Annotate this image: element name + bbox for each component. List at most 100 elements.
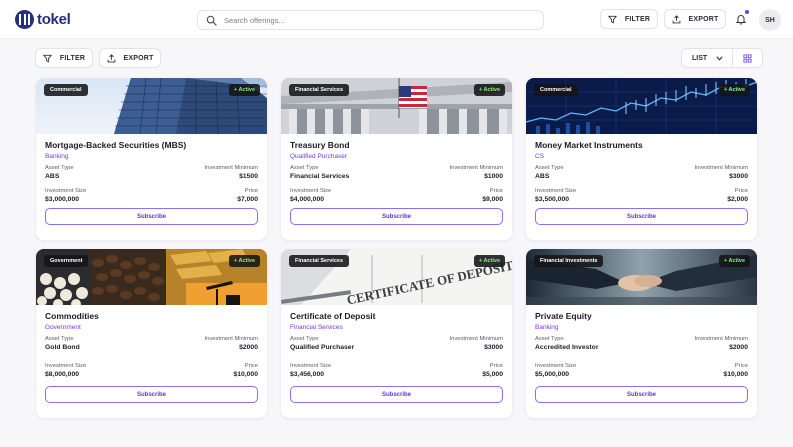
card-title: Certificate of Deposit — [290, 311, 376, 321]
filter-button[interactable]: FILTER — [35, 48, 93, 68]
header-export-label: EXPORT — [688, 15, 719, 23]
subscribe-button[interactable]: Subscribe — [45, 386, 258, 403]
asset-type-value: Gold Bond — [45, 344, 80, 351]
card-image: Financial Investments + Active — [526, 249, 757, 305]
investment-size-value: $3,000,000 — [45, 196, 80, 203]
asset-type-label: Asset Type — [290, 165, 319, 171]
filter-icon — [607, 15, 617, 23]
bell-icon[interactable] — [735, 13, 747, 25]
card-image: Government + Active — [36, 249, 267, 305]
view-mode-select[interactable]: LIST — [681, 48, 733, 68]
price-label: Price — [489, 363, 503, 369]
status-badge: + Active — [473, 255, 505, 267]
investment-minimum-value: $1000 — [484, 173, 503, 180]
price-value: $9,000 — [482, 196, 503, 203]
search-box[interactable] — [197, 10, 544, 30]
asset-type-value: Accredited Investor — [535, 344, 599, 351]
asset-type-label: Asset Type — [45, 165, 74, 171]
subscribe-button[interactable]: Subscribe — [535, 208, 748, 225]
search-input[interactable] — [224, 15, 524, 25]
investment-minimum-label: Investment Minimum — [449, 165, 503, 171]
status-badge: + Active — [473, 84, 505, 96]
investment-minimum-label: Investment Minimum — [694, 165, 748, 171]
header-filter-button[interactable]: FILTER — [600, 9, 658, 29]
investment-size-value: $3,500,000 — [535, 196, 570, 203]
price-value: $5,000 — [482, 371, 503, 378]
card-image: Financial Services + Active — [281, 78, 512, 134]
price-label: Price — [734, 188, 748, 194]
investment-minimum-label: Investment Minimum — [449, 336, 503, 342]
category-tag: Commercial — [534, 84, 578, 96]
offering-card[interactable]: Financial Services + Active Treasury Bon… — [281, 78, 512, 240]
asset-type-label: Asset Type — [535, 336, 564, 342]
investment-size-label: Investment Size — [535, 188, 577, 194]
card-image: CERTIFICATE OF DEPOSIT Financial Service… — [281, 249, 512, 305]
investment-minimum-value: $2000 — [729, 344, 748, 351]
card-title: Money Market Instruments — [535, 140, 643, 150]
investment-size-label: Investment Size — [535, 363, 577, 369]
subscribe-button[interactable]: Subscribe — [290, 208, 503, 225]
investment-size-value: $5,000,000 — [535, 371, 570, 378]
notification-dot — [745, 10, 749, 14]
status-badge: + Active — [228, 84, 260, 96]
investment-size-value: $8,000,000 — [45, 371, 80, 378]
investment-minimum-label: Investment Minimum — [694, 336, 748, 342]
brand-logo[interactable]: tokel — [15, 10, 71, 29]
price-value: $7,000 — [237, 196, 258, 203]
price-value: $10,000 — [233, 371, 258, 378]
grid-view-toggle[interactable] — [733, 48, 763, 68]
card-subtitle: CS — [535, 153, 545, 160]
asset-type-value: ABS — [535, 173, 550, 180]
asset-type-value: Qualified Purchaser — [290, 344, 355, 351]
export-button[interactable]: EXPORT — [99, 48, 161, 68]
price-label: Price — [489, 188, 503, 194]
category-tag: Financial Services — [289, 255, 349, 267]
subscribe-button[interactable]: Subscribe — [535, 386, 748, 403]
category-tag: Financial Investments — [534, 255, 604, 267]
card-title: Commodities — [45, 311, 99, 321]
filter-label: FILTER — [59, 54, 86, 62]
investment-minimum-value: $1500 — [239, 173, 258, 180]
asset-type-value: ABS — [45, 173, 60, 180]
category-tag: Government — [44, 255, 89, 267]
status-badge: + Active — [718, 84, 750, 96]
card-image: Commercial + Active — [36, 78, 267, 134]
offering-card[interactable]: CERTIFICATE OF DEPOSIT Financial Service… — [281, 249, 512, 418]
search-icon — [206, 15, 217, 26]
price-label: Price — [244, 188, 258, 194]
subscribe-button[interactable]: Subscribe — [290, 386, 503, 403]
offering-card[interactable]: Commercial + Active Money Market Instrum… — [526, 78, 757, 240]
filter-icon — [42, 54, 52, 62]
card-title: Private Equity — [535, 311, 592, 321]
investment-size-label: Investment Size — [45, 188, 87, 194]
investment-minimum-value: $3000 — [484, 344, 503, 351]
investment-minimum-value: $3000 — [729, 173, 748, 180]
export-icon — [672, 14, 680, 23]
header-export-button[interactable]: EXPORT — [664, 9, 726, 29]
card-subtitle: Qualified Purchaser — [290, 153, 348, 160]
export-icon — [107, 53, 115, 62]
investment-size-label: Investment Size — [290, 188, 332, 194]
price-value: $10,000 — [723, 371, 748, 378]
subscribe-button[interactable]: Subscribe — [45, 208, 258, 225]
offering-card[interactable]: Commercial + Active Mortgage-Backed Secu… — [36, 78, 267, 240]
logo-icon — [15, 10, 34, 29]
investment-size-label: Investment Size — [290, 363, 332, 369]
investment-minimum-label: Investment Minimum — [204, 165, 258, 171]
asset-type-value: Financial Services — [290, 173, 350, 180]
card-subtitle: Government — [45, 324, 81, 331]
asset-type-label: Asset Type — [290, 336, 319, 342]
view-mode-label: LIST — [692, 54, 708, 62]
card-title: Mortgage-Backed Securities (MBS) — [45, 140, 187, 150]
offering-card[interactable]: Financial Investments + Active Private E… — [526, 249, 757, 418]
investment-size-value: $4,000,000 — [290, 196, 325, 203]
price-value: $2,000 — [727, 196, 748, 203]
investment-minimum-value: $2000 — [239, 344, 258, 351]
price-label: Price — [734, 363, 748, 369]
status-badge: + Active — [718, 255, 750, 267]
avatar[interactable]: SH — [759, 9, 781, 31]
brand-name: tokel — [37, 11, 71, 28]
offering-card[interactable]: Government + Active Commodities Governme… — [36, 249, 267, 418]
chevron-down-icon — [716, 56, 723, 61]
asset-type-label: Asset Type — [535, 165, 564, 171]
